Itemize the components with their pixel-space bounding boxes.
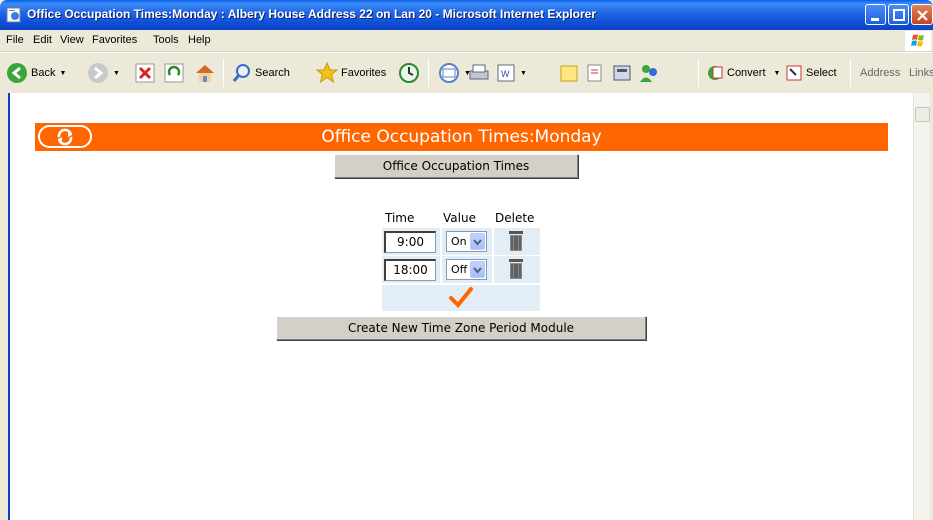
minimize-icon xyxy=(871,18,879,21)
page-header: Office Occupation Times:Monday xyxy=(35,123,888,151)
mail-button[interactable]: ▼ xyxy=(438,53,471,93)
maximize-icon xyxy=(893,9,905,21)
refresh-icon xyxy=(164,63,184,83)
tools-button[interactable] xyxy=(611,53,633,93)
back-arrow-icon xyxy=(7,63,27,83)
time-input[interactable]: 9:00 xyxy=(384,231,436,253)
menu-bar: File Edit View Favorites Tools Help xyxy=(0,30,933,52)
forward-arrow-icon xyxy=(88,63,108,83)
links-label[interactable]: Links xyxy=(909,53,933,93)
scroll-up-arrow-icon[interactable] xyxy=(915,107,930,122)
star-icon xyxy=(316,62,338,84)
chevron-down-icon: ▼ xyxy=(520,69,527,77)
trash-icon[interactable] xyxy=(506,258,526,280)
minimize-button[interactable] xyxy=(865,4,886,25)
ie-page-icon xyxy=(6,7,21,23)
menu-file[interactable]: File xyxy=(6,34,24,46)
toolbar-separator xyxy=(850,59,851,87)
select-icon xyxy=(786,65,802,81)
rotate-arrows-icon xyxy=(57,128,73,146)
search-button[interactable]: Search xyxy=(232,53,290,93)
close-button[interactable] xyxy=(911,4,933,25)
history-icon xyxy=(399,63,419,83)
home-button[interactable] xyxy=(194,53,216,93)
search-label: Search xyxy=(255,67,290,79)
home-icon xyxy=(196,65,214,82)
column-header-value: Value xyxy=(443,211,476,225)
page-content: Office Occupation Times:Monday Office Oc… xyxy=(8,93,930,520)
research-icon xyxy=(587,64,602,82)
convert-label: Convert xyxy=(727,67,766,79)
back-button[interactable]: Back ▼ xyxy=(6,53,66,93)
value-select[interactable]: On xyxy=(446,231,487,252)
chevron-down-icon: ▼ xyxy=(773,69,781,77)
ie-window: Office Occupation Times:Monday : Albery … xyxy=(0,0,933,520)
chevron-down-icon: ▼ xyxy=(59,69,67,77)
history-button[interactable] xyxy=(398,53,420,93)
address-label: Address xyxy=(860,67,901,79)
maximize-button[interactable] xyxy=(888,4,909,25)
discuss-button[interactable] xyxy=(558,53,580,93)
column-header-time: Time xyxy=(385,211,415,225)
trash-icon[interactable] xyxy=(506,230,526,252)
checkmark-icon[interactable] xyxy=(449,286,473,308)
value-select-value: Off xyxy=(451,263,468,276)
page-title: Office Occupation Times:Monday xyxy=(321,127,602,147)
edit-button[interactable]: W ▼ xyxy=(496,53,527,93)
favorites-button[interactable]: Favorites xyxy=(316,53,386,93)
chevron-down-icon xyxy=(470,261,485,278)
stop-icon xyxy=(135,63,155,83)
window-title: Office Occupation Times:Monday : Albery … xyxy=(27,7,597,21)
convert-icon xyxy=(708,66,723,80)
svg-text:W: W xyxy=(501,69,510,79)
value-select[interactable]: Off xyxy=(446,259,487,280)
convert-button[interactable]: Convert ▼ xyxy=(706,53,780,93)
create-time-zone-period-button[interactable]: Create New Time Zone Period Module xyxy=(276,316,646,340)
printer-icon xyxy=(469,64,489,80)
back-nav-button[interactable] xyxy=(38,125,92,148)
menu-view[interactable]: View xyxy=(60,34,84,46)
select-label: Select xyxy=(806,67,837,79)
messenger-button[interactable] xyxy=(638,53,660,93)
chevron-down-icon xyxy=(470,233,485,250)
office-occupation-times-button[interactable]: Office Occupation Times xyxy=(334,154,578,178)
search-icon xyxy=(232,64,250,82)
menu-tools[interactable]: Tools xyxy=(153,34,179,46)
title-bar: Office Occupation Times:Monday : Albery … xyxy=(0,0,933,30)
menu-favorites[interactable]: Favorites xyxy=(92,34,137,46)
back-label: Back xyxy=(31,67,56,79)
print-button[interactable] xyxy=(468,53,490,93)
favorites-label: Favorites xyxy=(341,67,387,79)
column-header-delete: Delete xyxy=(495,211,535,225)
close-icon xyxy=(917,10,928,21)
research-button[interactable] xyxy=(584,53,606,93)
value-select-value: On xyxy=(451,235,467,248)
refresh-button[interactable] xyxy=(164,53,184,93)
toolbar-separator xyxy=(428,59,429,87)
chevron-down-icon: ▼ xyxy=(113,69,120,77)
windows-logo-icon xyxy=(905,31,931,51)
word-icon: W xyxy=(497,64,515,82)
stop-button[interactable] xyxy=(135,53,155,93)
note-icon xyxy=(560,65,578,82)
toolbar-separator xyxy=(698,59,699,87)
menu-help[interactable]: Help xyxy=(188,34,211,46)
vertical-scrollbar[interactable] xyxy=(913,93,930,520)
select-button[interactable]: Select xyxy=(785,53,837,93)
time-input[interactable]: 18:00 xyxy=(384,259,436,281)
menu-edit[interactable]: Edit xyxy=(33,34,52,46)
toolbar-separator xyxy=(223,59,224,87)
mail-icon xyxy=(439,63,459,83)
messenger-icon xyxy=(640,65,657,82)
toolbar: Back ▼ ▼ Search Favorites ▼ W ▼ Convert … xyxy=(0,52,933,92)
tools-icon xyxy=(613,65,631,81)
forward-button[interactable]: ▼ xyxy=(87,53,120,93)
